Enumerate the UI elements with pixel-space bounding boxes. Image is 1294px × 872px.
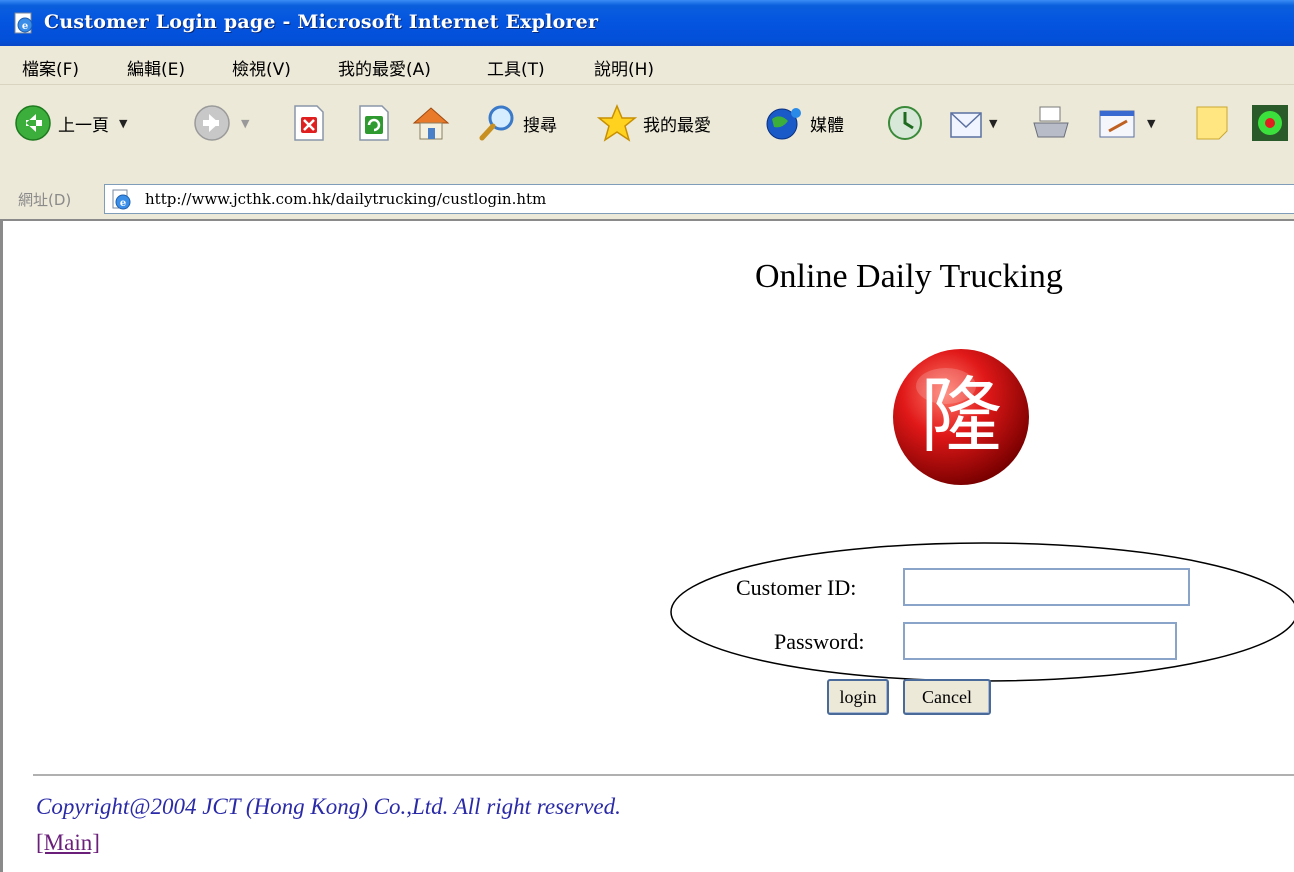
media-button[interactable]: 媒體 xyxy=(764,103,844,143)
refresh-button[interactable] xyxy=(356,103,392,143)
toolbar: 上一頁 ▼ ▼ 搜尋 我的最愛 媒體 ▼ ▼ xyxy=(0,85,1294,180)
menu-help[interactable]: 說明(H) xyxy=(594,55,654,80)
back-button[interactable]: 上一頁 ▼ xyxy=(14,103,127,143)
menu-bar: 檔案(F) 編輯(E) 檢視(V) 我的最愛(A) 工具(T) 說明(H) xyxy=(0,46,1294,85)
printer-icon xyxy=(1033,106,1069,138)
ie-page-icon: e xyxy=(112,189,131,210)
edit-dropdown-icon[interactable]: ▼ xyxy=(1147,117,1155,130)
ie-page-icon: e xyxy=(14,12,33,34)
address-bar: 網址(D) e http://www.jcthk.com.hk/dailytru… xyxy=(0,179,1294,221)
star-icon xyxy=(597,104,637,142)
home-button[interactable] xyxy=(410,103,452,143)
address-url: http://www.jcthk.com.hk/dailytrucking/cu… xyxy=(145,190,547,208)
icq-button[interactable] xyxy=(1250,103,1294,143)
search-icon xyxy=(479,105,514,141)
company-logo: 隆 xyxy=(893,349,1029,485)
password-label: Password: xyxy=(774,629,865,654)
refresh-icon xyxy=(359,105,389,141)
note-icon xyxy=(1196,106,1228,140)
cancel-button[interactable]: Cancel xyxy=(903,679,991,715)
icq-flower-icon xyxy=(1252,105,1288,141)
back-arrow-icon xyxy=(15,105,51,141)
back-label: 上一頁 xyxy=(58,115,109,136)
media-icon xyxy=(766,108,801,140)
copyright-text: Copyright@2004 JCT (Hong Kong) Co.,Ltd. … xyxy=(36,794,621,819)
back-dropdown-icon[interactable]: ▼ xyxy=(119,117,127,130)
mail-button[interactable]: ▼ xyxy=(947,103,997,143)
horizontal-divider xyxy=(33,774,1294,776)
menu-tools[interactable]: 工具(T) xyxy=(487,55,545,80)
window-titlebar[interactable]: e Customer Login page - Microsoft Intern… xyxy=(0,0,1294,46)
media-label: 媒體 xyxy=(810,115,844,136)
forward-button[interactable]: ▼ xyxy=(193,103,249,143)
password-input[interactable] xyxy=(903,622,1177,660)
stop-icon xyxy=(294,105,324,141)
login-button[interactable]: login xyxy=(827,679,889,715)
main-link[interactable]: [Main] xyxy=(36,830,100,856)
mail-icon xyxy=(950,112,982,138)
search-label: 搜尋 xyxy=(523,115,557,136)
home-icon xyxy=(412,107,450,140)
favorites-label: 我的最愛 xyxy=(643,115,711,136)
edit-page-icon xyxy=(1099,110,1135,138)
menu-view[interactable]: 檢視(V) xyxy=(232,55,291,80)
page-content: Online Daily Trucking 隆 Customer ID: Pas… xyxy=(0,221,1294,872)
print-button[interactable] xyxy=(1030,103,1072,143)
customer-id-input[interactable] xyxy=(903,568,1190,606)
edit-button[interactable]: ▼ xyxy=(1097,103,1155,143)
address-input[interactable]: e http://www.jcthk.com.hk/dailytrucking/… xyxy=(104,184,1294,214)
search-button[interactable]: 搜尋 xyxy=(477,103,557,143)
favorites-button[interactable]: 我的最愛 xyxy=(597,103,711,143)
page-title: Online Daily Trucking xyxy=(755,258,1063,295)
svg-text:e: e xyxy=(22,21,28,32)
menu-favorites[interactable]: 我的最愛(A) xyxy=(338,55,431,80)
menu-file[interactable]: 檔案(F) xyxy=(22,55,79,80)
logo-character: 隆 xyxy=(920,369,1002,464)
svg-text:e: e xyxy=(120,198,126,209)
mail-dropdown-icon[interactable]: ▼ xyxy=(989,117,997,130)
history-icon xyxy=(888,106,922,140)
customer-id-label: Customer ID: xyxy=(736,575,857,600)
address-label: 網址(D) xyxy=(18,191,72,209)
highlight-ellipse xyxy=(670,542,1294,682)
window-title: Customer Login page - Microsoft Internet… xyxy=(44,11,599,33)
forward-dropdown-icon[interactable]: ▼ xyxy=(241,117,249,130)
forward-arrow-icon xyxy=(194,105,230,141)
history-button[interactable] xyxy=(885,103,925,143)
discuss-button[interactable] xyxy=(1194,103,1232,143)
menu-edit[interactable]: 編輯(E) xyxy=(127,55,185,80)
stop-button[interactable] xyxy=(291,103,327,143)
